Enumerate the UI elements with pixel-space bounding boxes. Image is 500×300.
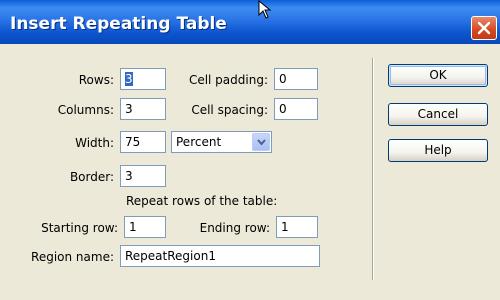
- region-name-label: Region name:: [31, 250, 114, 264]
- width-label: Width:: [75, 136, 114, 150]
- help-button[interactable]: Help: [388, 139, 488, 162]
- close-button[interactable]: [471, 16, 497, 40]
- width-unit-select[interactable]: Percent: [171, 131, 272, 153]
- vertical-divider: [372, 58, 373, 280]
- ending-row-input[interactable]: 1: [276, 216, 318, 238]
- title-bar[interactable]: Insert Repeating Table: [0, 0, 500, 44]
- mouse-pointer-icon: [258, 0, 272, 19]
- rows-label: Rows:: [78, 73, 114, 87]
- cell-spacing-input[interactable]: 0: [274, 98, 318, 120]
- region-name-input[interactable]: RepeatRegion1: [120, 245, 320, 267]
- border-label: Border:: [69, 170, 114, 184]
- insert-repeating-table-dialog: Insert Repeating Table Rows: 3 Cell padd…: [0, 0, 500, 300]
- close-icon: [477, 21, 491, 35]
- columns-input[interactable]: 3: [120, 98, 166, 120]
- chevron-down-icon: [257, 139, 266, 146]
- starting-row-label: Starting row:: [41, 221, 118, 235]
- rows-input[interactable]: 3: [120, 68, 166, 90]
- ending-row-label: Ending row:: [199, 221, 270, 235]
- dropdown-arrow[interactable]: [252, 133, 270, 151]
- width-input[interactable]: 75: [120, 131, 166, 153]
- starting-row-input[interactable]: 1: [124, 216, 166, 238]
- border-input[interactable]: 3: [120, 165, 166, 187]
- cell-padding-input[interactable]: 0: [274, 68, 318, 90]
- cell-padding-label: Cell padding:: [188, 73, 268, 87]
- width-unit-value: Percent: [176, 135, 222, 149]
- cell-spacing-label: Cell spacing:: [191, 103, 268, 117]
- dialog-title: Insert Repeating Table: [10, 14, 227, 34]
- columns-label: Columns:: [57, 103, 114, 117]
- ok-button[interactable]: OK: [388, 64, 488, 87]
- repeat-rows-heading: Repeat rows of the table:: [126, 194, 278, 208]
- cancel-button[interactable]: Cancel: [388, 103, 488, 126]
